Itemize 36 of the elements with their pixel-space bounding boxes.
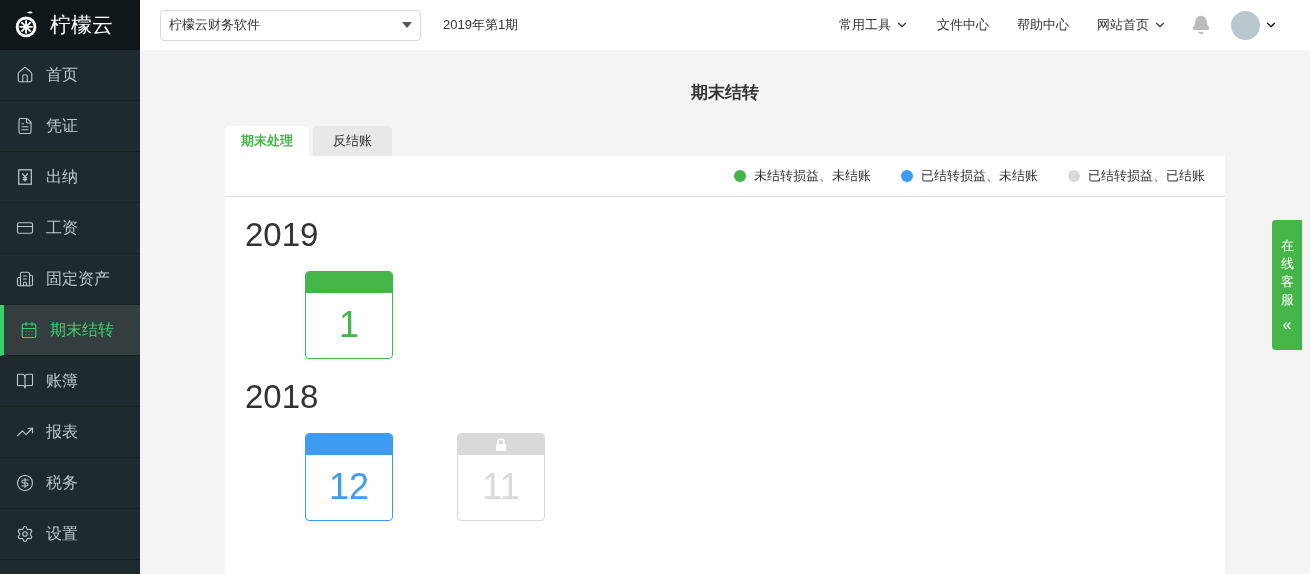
settings-icon (16, 525, 34, 543)
sidebar-item[interactable]: 期末结转 (0, 305, 140, 356)
sidebar-item[interactable]: 报表 (0, 407, 140, 458)
sidebar-item[interactable]: 出纳 (0, 152, 140, 203)
yen-icon (16, 168, 34, 186)
sidebar-item[interactable]: 税务 (0, 458, 140, 509)
dollar-icon (16, 474, 34, 492)
legend-label: 已结转损益、已结账 (1088, 166, 1205, 185)
page-title: 期末结转 (690, 82, 760, 104)
calendar-icon (20, 321, 38, 339)
brand-name: 柠檬云 (50, 12, 113, 39)
legend-label: 未结转损益、未结账 (754, 166, 871, 185)
lock-icon (495, 437, 507, 451)
card-icon (16, 219, 34, 237)
book-icon (16, 372, 34, 390)
sidebar-item[interactable]: 设置 (0, 509, 140, 560)
period-label: 2019年第1期 (443, 16, 519, 35)
nav-link[interactable]: 文件中心 (937, 15, 989, 35)
bell-icon[interactable] (1191, 15, 1211, 35)
sidebar-item[interactable]: 凭证 (0, 101, 140, 152)
year-heading: 2018 (245, 376, 320, 417)
sidebar-item[interactable]: 首页 (0, 50, 140, 101)
account-select[interactable]: 柠檬云财务软件 (160, 9, 421, 41)
nav-link[interactable]: 常用工具 (839, 15, 909, 35)
document-icon (16, 117, 34, 135)
building-icon (16, 270, 34, 288)
nav-link[interactable]: 帮助中心 (1017, 15, 1069, 35)
nav-link[interactable]: 网站首页 (1097, 15, 1167, 35)
sidebar-item[interactable]: 账簿 (0, 356, 140, 407)
caret-down-icon (402, 22, 412, 28)
home-icon (16, 66, 34, 84)
avatar[interactable] (1231, 10, 1260, 40)
legend-label: 已结转损益、未结账 (921, 166, 1038, 185)
tab[interactable]: 反结账 (313, 125, 392, 156)
sidebar-item[interactable]: 工资 (0, 203, 140, 254)
year-heading: 2019 (245, 214, 320, 255)
